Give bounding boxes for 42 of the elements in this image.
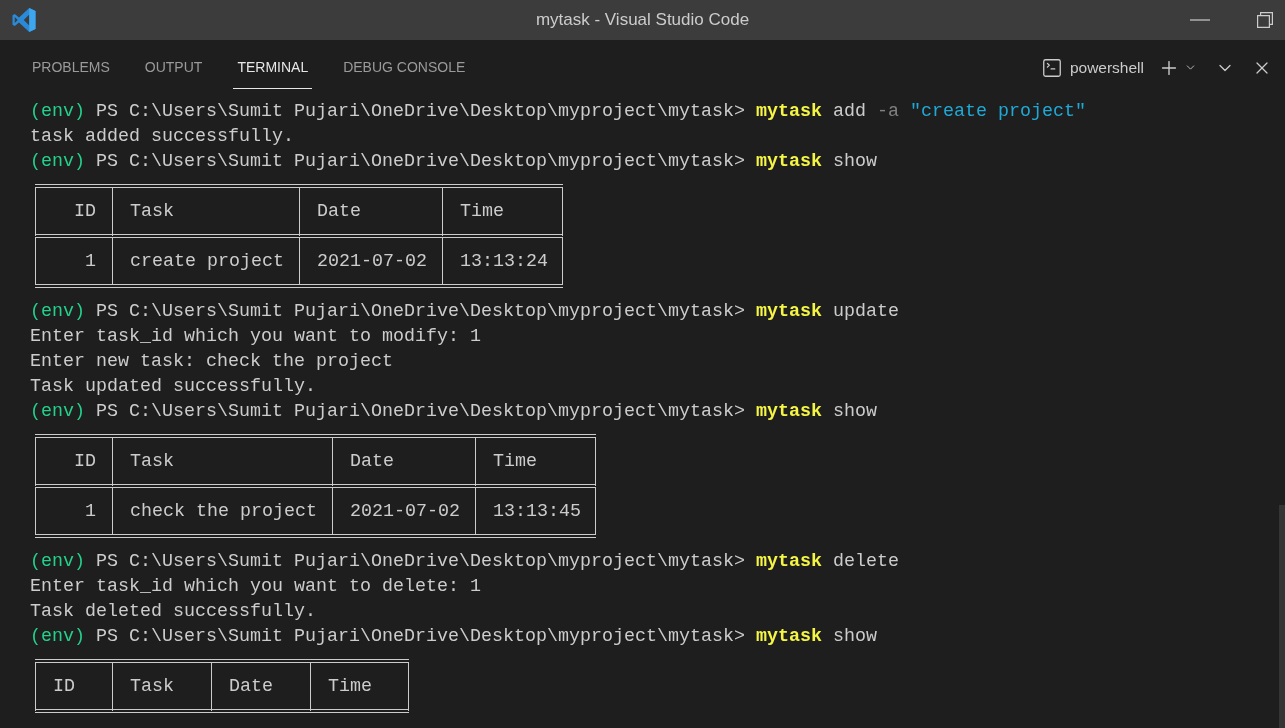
table-cell: 13:13:45 [475,488,597,534]
window-title: mytask - Visual Studio Code [535,10,750,30]
prompt-line: (env) PS C:\Users\Sumit Pujari\OneDrive\Desktop\myproject\mytask> mytask show [30,399,877,424]
prompt-line: (env) PS C:\Users\Sumit Pujari\OneDrive\Desktop\myproject\mytask> mytask add -a "create project" [30,99,1086,124]
output-line: Enter task_id which you want to delete: 1 [30,574,481,599]
panel-tab[interactable]: OUTPUT [140,40,207,89]
restore-icon [1257,12,1273,28]
table-header-cell: Task [112,188,300,238]
table-cell: 1 [35,488,113,534]
table-header-cell: ID [35,438,113,488]
output-line: task added successfully. [30,124,294,149]
table-cell: 2021-07-02 [299,238,443,284]
table-header-cell: Time [475,438,597,488]
terminal-icon [1040,56,1063,79]
output-line: Task updated successfully. [30,374,316,399]
table-header-cell: ID [35,188,113,238]
output-line: Enter new task: check the project [30,349,393,374]
table-cell: 1 [35,238,113,284]
panel-tab[interactable]: PROBLEMS [28,40,114,89]
panel-tab[interactable]: DEBUG CONSOLE [339,40,470,89]
table-header-cell: Time [310,663,410,713]
prompt-line: (env) PS C:\Users\Sumit Pujari\OneDrive\Desktop\myproject\mytask> mytask show [30,149,877,174]
table-header-cell: Task [112,438,333,488]
table-cell: 13:13:24 [442,238,564,284]
minimize-icon [1190,19,1210,21]
table-cell: create project [112,238,300,284]
terminal-selector[interactable]: powershell [1040,56,1144,79]
table-header-cell: Task [112,663,212,713]
output-line: Task deleted successfully. [30,599,316,624]
table-header-cell: Date [299,188,443,238]
table-header-cell: ID [35,663,113,713]
table-header-cell: Time [442,188,564,238]
table-cell: 2021-07-02 [332,488,476,534]
prompt-line: (env) PS C:\Users\Sumit Pujari\OneDrive\Desktop\myproject\mytask> mytask show [30,624,877,649]
prompt-line: (env) PS C:\Users\Sumit Pujari\OneDrive\Desktop\myproject\mytask> mytask update [30,299,899,324]
prompt-line: (env) PS C:\Users\Sumit Pujari\OneDrive\Desktop\myproject\mytask> mytask delete [30,549,899,574]
app-logo-icon [12,8,36,32]
table-cell: check the project [112,488,333,534]
panel-tab[interactable]: TERMINAL [233,40,313,89]
output-line: Enter task_id which you want to modify: 1 [30,324,481,349]
table-header-cell: Date [211,663,311,713]
table-header-cell: Date [332,438,476,488]
